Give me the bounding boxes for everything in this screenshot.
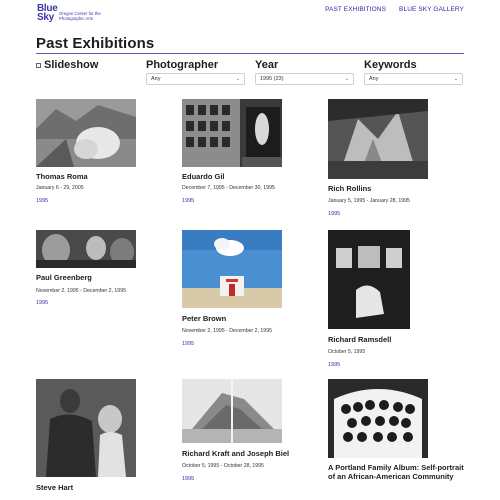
exhibition-thumbnail[interactable] — [182, 230, 282, 308]
exhibition-name[interactable]: Richard Kraft and Joseph Biel — [182, 449, 322, 458]
site-logo[interactable]: Blue Sky Oregon Center for the Photograp… — [37, 3, 107, 23]
exhibition-name[interactable]: Thomas Roma — [36, 172, 176, 181]
exhibition-thumbnail[interactable] — [36, 379, 136, 477]
exhibition-year-link[interactable]: 1995 — [328, 362, 340, 368]
exhibition-year-link[interactable]: 1995 — [328, 211, 340, 217]
logo-wordmark: Blue Sky — [37, 3, 58, 23]
year-select[interactable]: 1995 (23) ⌄ — [255, 73, 354, 85]
exhibition-dates: October 5, 1995 — [328, 349, 366, 355]
exhibition-year-link[interactable]: 1995 — [182, 341, 194, 347]
exhibition-dates: January 6 - 29, 2005 — [36, 185, 84, 191]
exhibition-name[interactable]: Steve Hart — [36, 483, 176, 492]
exhibition-thumbnail[interactable] — [328, 99, 428, 179]
exhibition-name[interactable]: Eduardo Gil — [182, 172, 322, 181]
exhibition-thumbnail[interactable] — [182, 379, 282, 443]
exhibition-year-link[interactable]: 1995 — [36, 198, 48, 204]
year-filter: Year 1995 (23) ⌄ — [255, 59, 354, 85]
exhibition-name[interactable]: Paul Greenberg — [36, 273, 176, 282]
exhibition-name[interactable]: Peter Brown — [182, 314, 322, 323]
exhibition-name[interactable]: A Portland Family Album: Self-portrait o… — [328, 463, 464, 481]
keywords-value: Any — [369, 76, 379, 82]
keywords-label: Keywords — [364, 59, 417, 71]
photographer-filter: Photographer Any ⌄ — [146, 59, 245, 85]
exhibition-dates: November 2, 1995 - December 2, 1995 — [36, 288, 126, 294]
chevron-down-icon: ⌄ — [453, 76, 458, 82]
logo-subtitle: Oregon Center for the Photographic Arts — [59, 11, 101, 21]
year-value: 1995 (23) — [260, 76, 284, 82]
slideshow-toggle[interactable]: Slideshow — [36, 59, 98, 72]
keywords-filter: Keywords Any ⌄ — [364, 59, 463, 85]
exhibition-dates: October 5, 1995 - October 28, 1995 — [182, 463, 264, 469]
chevron-down-icon: ⌄ — [344, 76, 349, 82]
exhibition-year-link[interactable]: 1995 — [182, 476, 194, 482]
exhibition-year-link[interactable]: 1995 — [182, 198, 194, 204]
exhibition-name[interactable]: Richard Ramsdell — [328, 335, 468, 344]
slideshow-checkbox[interactable] — [36, 63, 41, 68]
chevron-down-icon: ⌄ — [235, 76, 240, 82]
page-title: Past Exhibitions — [36, 35, 155, 52]
exhibition-year-link[interactable]: 1995 — [36, 300, 48, 306]
exhibition-thumbnail[interactable] — [328, 379, 428, 458]
top-nav: PAST EXHIBITIONS BLUE SKY GALLERY — [325, 6, 464, 13]
year-label: Year — [255, 59, 279, 71]
exhibition-name[interactable]: Rich Rollins — [328, 184, 468, 193]
exhibition-thumbnail[interactable] — [36, 99, 136, 167]
exhibition-thumbnail[interactable] — [36, 230, 136, 268]
exhibition-dates: December 7, 1995 - December 30, 1995 — [182, 185, 275, 191]
filter-bar: Slideshow Photographer Any ⌄ Year 1995 (… — [36, 59, 464, 87]
photographer-select[interactable]: Any ⌄ — [146, 73, 245, 85]
nav-past-exhibitions[interactable]: PAST EXHIBITIONS — [325, 6, 386, 13]
exhibition-dates: January 5, 1995 - January 28, 1995 — [328, 198, 410, 204]
photographer-label: Photographer — [146, 59, 219, 71]
nav-blue-sky-gallery[interactable]: BLUE SKY GALLERY — [399, 6, 464, 13]
site-header: Blue Sky Oregon Center for the Photograp… — [0, 0, 500, 30]
photographer-value: Any — [151, 76, 161, 82]
title-divider — [36, 53, 464, 54]
keywords-select[interactable]: Any ⌄ — [364, 73, 463, 85]
exhibition-dates: November 2, 1995 - December 2, 1995 — [182, 328, 272, 334]
slideshow-label: Slideshow — [44, 59, 99, 71]
exhibition-thumbnail[interactable] — [328, 230, 410, 329]
exhibition-thumbnail[interactable] — [182, 99, 282, 167]
